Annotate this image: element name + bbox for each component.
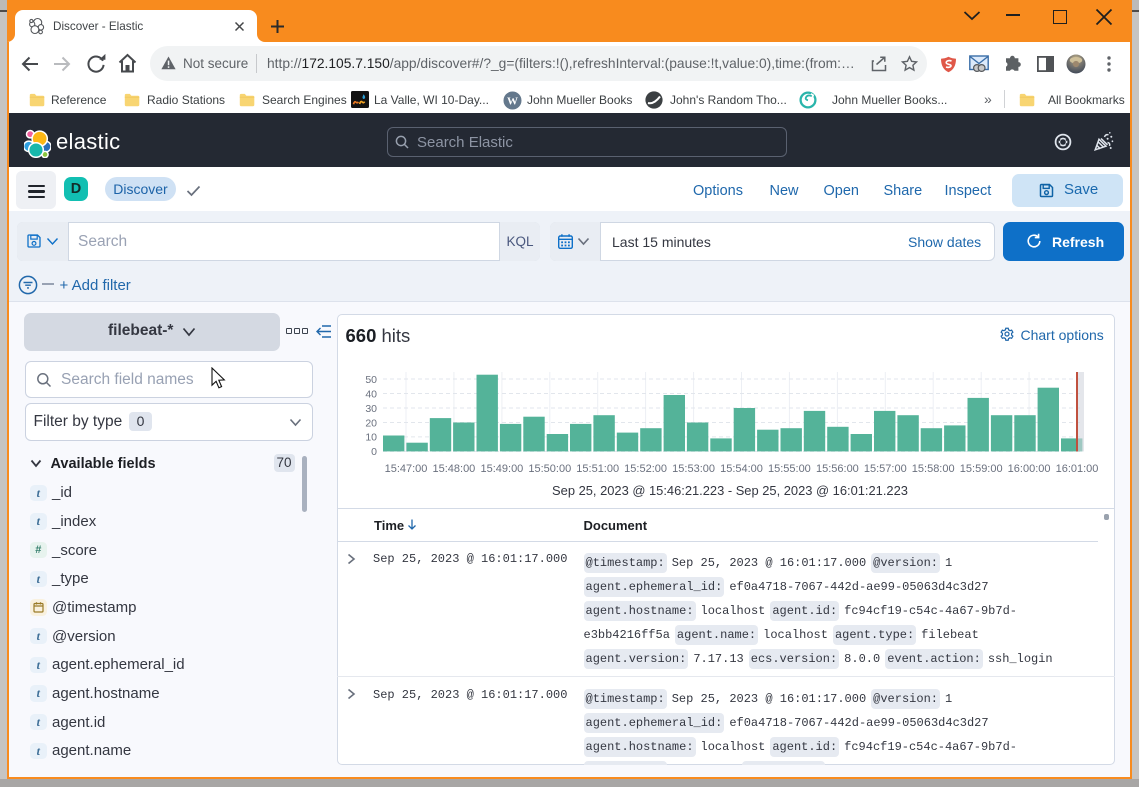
svg-text:15:50:00: 15:50:00 <box>528 463 571 475</box>
svg-text:20: 20 <box>365 417 377 429</box>
svg-text:15:58:00: 15:58:00 <box>912 463 955 475</box>
svg-text:15:52:00: 15:52:00 <box>624 463 667 475</box>
svg-text:15:53:00: 15:53:00 <box>672 463 715 475</box>
svg-text:15:57:00: 15:57:00 <box>864 463 907 475</box>
svg-text:15:48:00: 15:48:00 <box>432 463 475 475</box>
svg-text:16:01:00: 16:01:00 <box>1056 463 1099 475</box>
svg-text:15:54:00: 15:54:00 <box>720 463 763 475</box>
svg-text:16:00:00: 16:00:00 <box>1008 463 1051 475</box>
svg-text:15:56:00: 15:56:00 <box>816 463 859 475</box>
svg-text:30: 30 <box>365 403 377 415</box>
svg-text:15:47:00: 15:47:00 <box>385 463 428 475</box>
svg-text:15:55:00: 15:55:00 <box>768 463 811 475</box>
svg-text:50: 50 <box>365 374 377 386</box>
svg-text:10: 10 <box>365 432 377 444</box>
svg-text:0: 0 <box>371 446 377 458</box>
svg-text:40: 40 <box>365 388 377 400</box>
svg-text:W: W <box>507 95 518 107</box>
svg-text:15:49:00: 15:49:00 <box>480 463 523 475</box>
svg-text:15:59:00: 15:59:00 <box>960 463 1003 475</box>
svg-text:15:51:00: 15:51:00 <box>576 463 619 475</box>
